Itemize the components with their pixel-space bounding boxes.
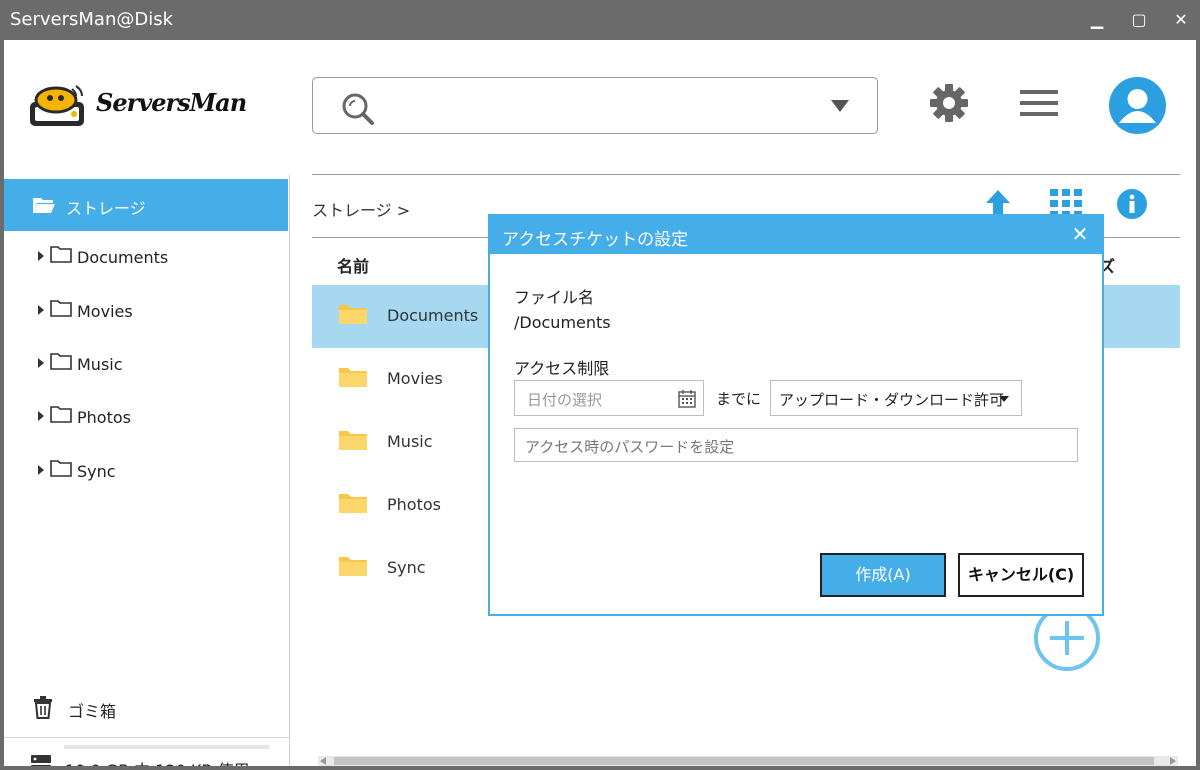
cancel-button[interactable]: キャンセル(C) [958, 553, 1084, 597]
logo-text: ServersMan [96, 88, 247, 117]
expand-arrow-icon[interactable] [38, 251, 44, 261]
trash-label: ゴミ箱 [68, 702, 117, 721]
chevron-down-icon[interactable] [831, 100, 849, 112]
file-name: Music [387, 432, 433, 451]
maximize-button[interactable]: ▢ [1124, 6, 1154, 34]
chevron-down-icon [999, 396, 1009, 402]
dialog-title: アクセスチケットの設定 [502, 230, 689, 250]
sidebar-item-label: Movies [77, 302, 133, 321]
user-avatar[interactable] [1109, 77, 1166, 134]
folder-icon [50, 460, 72, 477]
sidebar-item-trash[interactable]: ゴミ箱 [32, 695, 116, 723]
folder-icon [339, 431, 367, 450]
expand-arrow-icon[interactable] [38, 358, 44, 368]
file-name: Photos [387, 495, 441, 514]
divider [312, 174, 1180, 175]
scroll-left-icon[interactable] [320, 757, 326, 765]
file-name-label: ファイル名 [514, 288, 595, 307]
folder-icon [339, 305, 367, 324]
password-placeholder: アクセス時のパスワードを設定 [525, 438, 735, 456]
search-icon [342, 93, 374, 125]
file-name: Documents [387, 306, 479, 325]
file-name: Sync [387, 558, 426, 577]
sidebar-item-label: Sync [77, 462, 116, 481]
user-icon [1119, 89, 1156, 123]
folder-icon [50, 300, 72, 317]
expand-arrow-icon[interactable] [38, 305, 44, 315]
access-ticket-dialog: アクセスチケットの設定 ✕ ファイル名 /Documents アクセス制限 日付… [488, 214, 1104, 616]
title-bar: ServersMan@Disk ▁ ▢ ✕ [0, 0, 1200, 40]
folder-icon [50, 406, 72, 423]
minimize-button[interactable]: ▁ [1082, 6, 1112, 34]
sidebar-item-label: Music [77, 355, 123, 374]
logo-disk-icon [30, 85, 84, 126]
permission-value: アップロード・ダウンロード許可 [779, 391, 1005, 409]
scrollbar-thumb[interactable] [334, 757, 1154, 765]
sidebar: ストレージ Documents Movies Music Photos Sync… [4, 175, 290, 766]
password-input[interactable]: アクセス時のパスワードを設定 [514, 428, 1078, 462]
calendar-icon[interactable] [677, 389, 697, 409]
main-client: ServersMan ストレージ Documents Movies Music … [4, 40, 1196, 766]
create-button[interactable]: 作成(A) [820, 553, 946, 597]
folder-icon [50, 246, 72, 263]
sidebar-storage-label: ストレージ [66, 199, 146, 218]
divider [4, 737, 289, 738]
server-icon [31, 755, 51, 766]
folder-icon [339, 557, 367, 576]
info-icon[interactable] [1116, 188, 1148, 220]
search-box[interactable] [312, 77, 878, 134]
folder-icon [339, 494, 367, 513]
trash-icon [34, 696, 52, 719]
storage-usage: 10.0 GB 中 120 KB 使用 [30, 753, 249, 766]
usage-text: 10.0 GB 中 120 KB 使用 [65, 757, 249, 766]
usage-progress-bar [64, 745, 269, 749]
date-picker-input[interactable]: 日付の選択 [514, 380, 704, 416]
open-folder-icon [33, 198, 55, 213]
horizontal-scrollbar[interactable] [318, 756, 1178, 766]
file-name: Movies [387, 369, 443, 388]
close-window-button[interactable]: ✕ [1166, 6, 1196, 34]
expand-arrow-icon[interactable] [38, 465, 44, 475]
date-placeholder: 日付の選択 [527, 391, 603, 409]
app-window: ServersMan@Disk ▁ ▢ ✕ ServersMan ストレージ D… [0, 0, 1200, 770]
breadcrumb[interactable]: ストレージ > [312, 197, 410, 221]
file-name-value: /Documents [514, 313, 611, 332]
dialog-close-button[interactable]: ✕ [1068, 222, 1092, 246]
window-title: ServersMan@Disk [10, 9, 174, 30]
sidebar-item-label: Photos [77, 408, 131, 427]
logo: ServersMan [26, 80, 296, 130]
permission-select[interactable]: アップロード・ダウンロード許可 [770, 380, 1022, 416]
sidebar-item-storage[interactable]: ストレージ [4, 179, 288, 231]
folder-icon [339, 368, 367, 387]
gear-icon[interactable] [928, 82, 970, 124]
column-header-name[interactable]: 名前 [337, 253, 369, 277]
hamburger-icon[interactable] [1018, 82, 1060, 124]
folder-icon [50, 353, 72, 370]
access-limit-label: アクセス制限 [514, 359, 610, 378]
dialog-title-bar: アクセスチケットの設定 ✕ [490, 216, 1102, 254]
until-label: までに [716, 390, 762, 408]
scroll-right-icon[interactable] [1170, 757, 1176, 765]
expand-arrow-icon[interactable] [38, 411, 44, 421]
sidebar-item-label: Documents [77, 248, 169, 267]
